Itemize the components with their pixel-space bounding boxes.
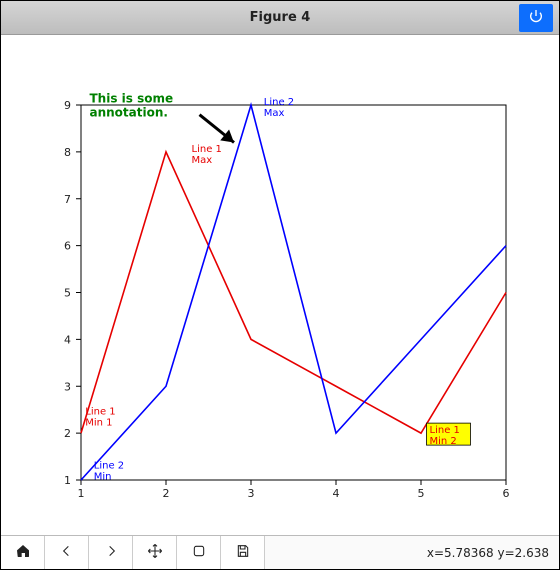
power-button[interactable] (519, 4, 553, 32)
window-title: Figure 4 (250, 10, 311, 25)
data-label: Max (192, 155, 213, 166)
y-tick-label: 7 (64, 193, 71, 206)
x-tick-label: 1 (78, 487, 85, 500)
zoom-button[interactable] (177, 536, 221, 569)
save-icon (235, 543, 251, 562)
data-label: Line 1 (85, 406, 115, 417)
y-tick-label: 9 (64, 99, 71, 112)
power-icon (528, 8, 544, 28)
data-label: Min (94, 471, 112, 482)
home-icon (15, 543, 31, 562)
annotation-text: This is some (90, 92, 174, 106)
y-tick-label: 3 (64, 380, 71, 393)
series-line-0 (81, 152, 506, 433)
x-tick-label: 2 (163, 487, 170, 500)
data-label: Line 2 (94, 460, 124, 471)
x-tick-label: 5 (418, 487, 425, 500)
data-label: Line 1 (430, 425, 460, 436)
toolbar: x=5.78368 y=2.638 (1, 535, 559, 569)
home-button[interactable] (1, 536, 45, 569)
data-label: Line 2 (264, 97, 294, 108)
annotation-text: annotation. (90, 106, 168, 120)
move-icon (147, 543, 163, 562)
cursor-coords: x=5.78368 y=2.638 (417, 536, 559, 569)
y-tick-label: 5 (64, 287, 71, 300)
data-label: Max (264, 108, 285, 119)
zoom-rect-icon (191, 543, 207, 562)
back-button[interactable] (45, 536, 89, 569)
y-tick-label: 2 (64, 427, 71, 440)
y-tick-label: 4 (64, 333, 71, 346)
arrow-left-icon (59, 543, 75, 562)
y-tick-label: 1 (64, 474, 71, 487)
data-label: Min 1 (85, 417, 112, 428)
save-button[interactable] (221, 536, 265, 569)
data-label: Min 2 (430, 436, 457, 447)
chart-svg: 123456123456789Line 1Min 1Line 1MaxLine … (1, 35, 560, 537)
forward-button[interactable] (89, 536, 133, 569)
window-titlebar: Figure 4 (1, 1, 559, 35)
data-label: Line 1 (192, 144, 222, 155)
x-tick-label: 6 (503, 487, 510, 500)
x-tick-label: 3 (248, 487, 255, 500)
arrow-right-icon (103, 543, 119, 562)
y-tick-label: 6 (64, 240, 71, 253)
y-tick-label: 8 (64, 146, 71, 159)
pan-button[interactable] (133, 536, 177, 569)
x-tick-label: 4 (333, 487, 340, 500)
plot-area[interactable]: 123456123456789Line 1Min 1Line 1MaxLine … (1, 35, 559, 535)
